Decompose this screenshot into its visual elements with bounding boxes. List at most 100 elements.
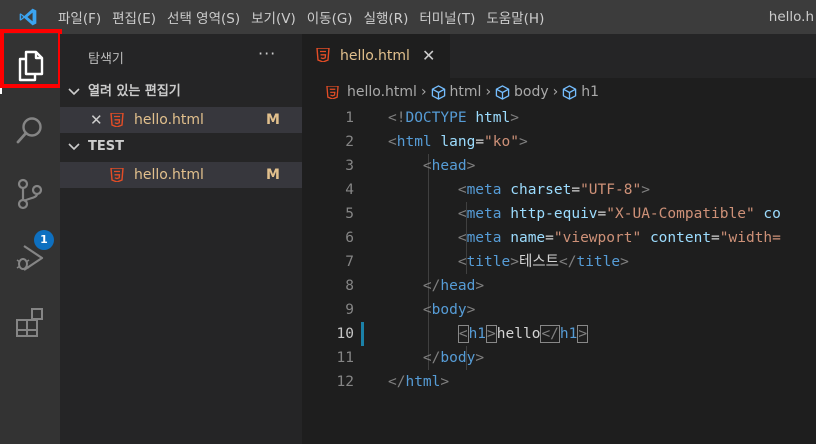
folder-section[interactable]: TEST (60, 136, 302, 158)
current-line-marker (361, 322, 364, 346)
breadcrumb-label: html (449, 84, 482, 100)
code-token: > (466, 302, 476, 318)
code-line: <body> (388, 298, 475, 322)
code-token: > (440, 374, 450, 390)
code-line: <meta name="viewport" content="width= (388, 226, 781, 250)
code-line: </html> (388, 370, 449, 394)
explorer-sidebar: 탐색기 ··· 열려 있는 편집기 ✕ hello.html M TEST he… (60, 34, 302, 444)
code-line: <title>테스트</title> (388, 250, 629, 274)
code-token: > (641, 182, 650, 198)
menu-item[interactable]: 도움말(H) (486, 7, 553, 27)
extensions-icon (16, 308, 43, 337)
code-token: > (518, 134, 528, 150)
code-token: name (510, 230, 546, 246)
code-token: body (440, 350, 476, 366)
close-icon[interactable]: ✕ (90, 107, 103, 133)
code-token: charset (510, 182, 572, 198)
code-token: = (475, 134, 485, 150)
run-debug-button[interactable] (0, 230, 60, 286)
code-token: lang (440, 134, 476, 150)
html5-icon (316, 48, 330, 62)
tab-hello-html[interactable]: hello.html ✕ (302, 34, 450, 78)
code-token: DOCTYPE (405, 110, 467, 126)
source-control-icon (17, 178, 43, 210)
source-control-button[interactable] (0, 166, 60, 222)
code-token: title (466, 254, 511, 270)
line-number: 1 (345, 110, 354, 126)
menu-item[interactable]: 이동(G) (307, 7, 362, 27)
menu-item[interactable]: 보기(V) (251, 7, 305, 27)
code-token: co (763, 206, 781, 222)
line-number: 6 (345, 230, 354, 246)
modified-badge: M (266, 112, 280, 128)
menu-item[interactable]: 선택 영역(S) (167, 7, 249, 27)
code-token: html (475, 110, 511, 126)
code-token: head (440, 278, 476, 294)
html5-icon (110, 168, 124, 182)
breadcrumb-item[interactable]: hello.html (302, 84, 417, 100)
open-editors-section[interactable]: 열려 있는 편집기 (60, 81, 302, 103)
menu-item[interactable]: 파일(F) (58, 7, 110, 27)
explorer-button[interactable] (0, 38, 60, 94)
vscode-logo-icon[interactable] (0, 0, 56, 34)
line-number: 7 (345, 254, 354, 270)
code-token: > (466, 158, 476, 174)
code-token: > (510, 254, 519, 270)
code-token: < (457, 206, 467, 222)
close-tab-icon[interactable]: ✕ (422, 34, 435, 78)
code-token: html (405, 374, 441, 390)
code-token: > (577, 325, 589, 343)
code-token: </ (388, 374, 406, 390)
title-bar: 파일(F) 편집(E) 선택 영역(S) 보기(V) 이동(G) 실행(R) 터미널(T) 도… (0, 0, 816, 34)
window-title: hello.h (768, 9, 814, 25)
code-token: </ (422, 350, 441, 366)
code-token: > (475, 278, 485, 294)
menu-item[interactable]: 터미널(T) (419, 7, 484, 27)
modified-badge: M (266, 167, 280, 183)
editor-tab-bar: hello.html ✕ (302, 34, 816, 78)
more-actions-icon[interactable]: ··· (258, 44, 276, 63)
line-number: 3 (345, 158, 354, 174)
breadcrumb-separator-icon: › (485, 84, 492, 100)
code-token: > (486, 325, 497, 343)
breadcrumb-label: h1 (581, 84, 600, 100)
search-button[interactable] (0, 102, 60, 158)
code-token: < (457, 325, 469, 343)
code-token: < (457, 182, 467, 198)
menu-item[interactable]: 편집(E) (112, 7, 165, 27)
breadcrumb-label: hello.html (347, 84, 417, 100)
line-number: 2 (345, 134, 354, 150)
menu-item[interactable]: 실행(R) (364, 7, 418, 27)
folder-filename: hello.html (134, 167, 204, 183)
line-number: 9 (345, 302, 354, 318)
extensions-button[interactable] (0, 294, 60, 350)
breadcrumb-item[interactable]: body (495, 84, 549, 100)
open-editor-filename: hello.html (134, 112, 204, 128)
code-token: = (597, 206, 607, 222)
breadcrumb-item[interactable]: h1 (562, 84, 599, 100)
code-token: </ (422, 278, 441, 294)
folder-file-item[interactable]: hello.html M (60, 162, 302, 188)
breadcrumb-item[interactable]: html (431, 84, 482, 100)
breadcrumb-label: body (514, 84, 549, 100)
open-editor-item[interactable]: ✕ hello.html M (60, 107, 302, 133)
code-token: < (422, 302, 432, 318)
code-token: </ (540, 325, 560, 343)
code-token: = (545, 230, 554, 246)
code-editor[interactable]: 1 2 3 4 5 6 7 8 9 10 11 12 <!DOCTYPE html> <html lang… (302, 106, 816, 444)
code-token: > (475, 350, 485, 366)
code-token: </ (559, 254, 577, 270)
line-number: 10 (336, 326, 354, 342)
code-token: < (457, 254, 467, 270)
code-token: 테스트 (518, 254, 559, 270)
line-number: 11 (336, 350, 354, 366)
